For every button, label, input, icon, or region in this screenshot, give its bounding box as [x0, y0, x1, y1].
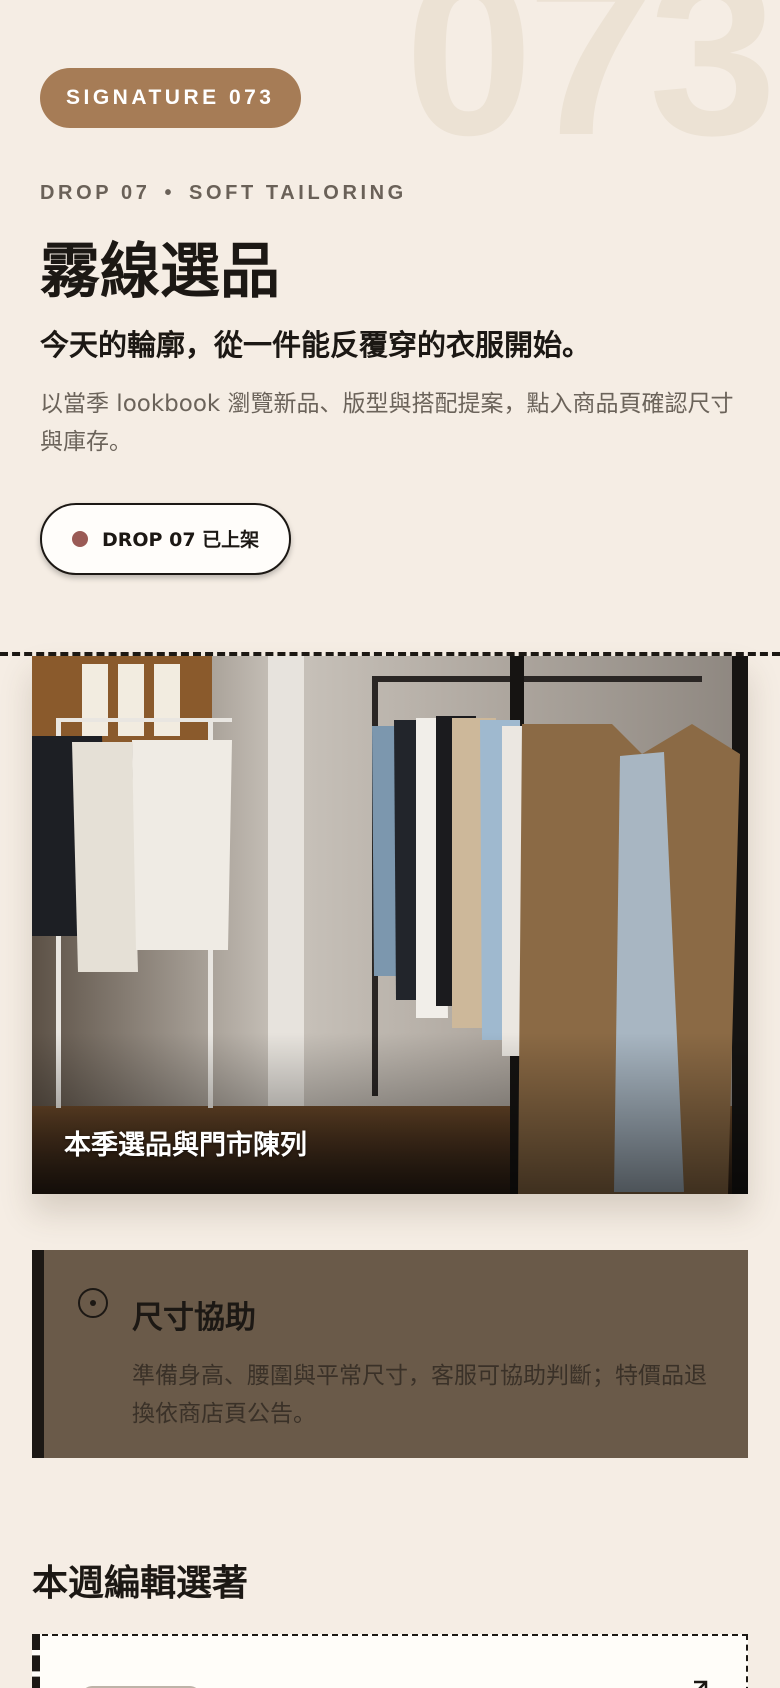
page-subtitle: 今天的輪廓，從一件能反覆穿的衣服開始。 [40, 328, 592, 362]
photo-caption: 本季選品與門市陳列 [64, 1130, 307, 1161]
page-title: 霧線選品 [40, 237, 280, 307]
signature-badge: SIGNATURE 073 [40, 68, 301, 128]
editor-picks-title: 本週編輯選著 [32, 1562, 249, 1604]
store-display-photo[interactable]: 本季選品與門市陳列 [32, 656, 748, 1194]
size-help-content: 尺寸協助 準備身高、腰圍與平常尺寸，客服可協助判斷；特價品退換依商店頁公告。 [132, 1288, 722, 1458]
eyebrow-collection: SOFT TAILORING [189, 182, 407, 204]
eyebrow-separator: • [164, 182, 176, 204]
size-help-title: 尺寸協助 [132, 1300, 256, 1336]
status-dot-icon [72, 530, 88, 547]
size-help-card: 尺寸協助 準備身高、腰圍與平常尺寸，客服可協助判斷；特價品退換依商店頁公告。 [32, 1250, 748, 1458]
target-circle-icon [78, 1288, 108, 1318]
drop-status-button[interactable]: DROP 07 已上架 [40, 502, 292, 575]
hero-section: SIGNATURE 073 DROP 07 • SOFT TAILORING 霧… [0, 0, 780, 654]
clothing-rack-illustration [32, 656, 748, 1194]
editor-pick-card[interactable] [32, 1634, 748, 1688]
eyebrow-drop: DROP 07 [40, 182, 151, 204]
drop-status-label: DROP 07 已上架 [102, 529, 260, 552]
size-help-body: 準備身高、腰圍與平常尺寸，客服可協助判斷；特價品退換依商店頁公告。 [132, 1363, 707, 1427]
drop-eyebrow: DROP 07 • SOFT TAILORING [40, 182, 740, 205]
page-description: 以當季 lookbook 瀏覽新品、版型與搭配提案，點入商品頁確認尺寸與庫存。 [40, 390, 734, 455]
arrow-up-right-icon[interactable] [686, 1678, 710, 1688]
